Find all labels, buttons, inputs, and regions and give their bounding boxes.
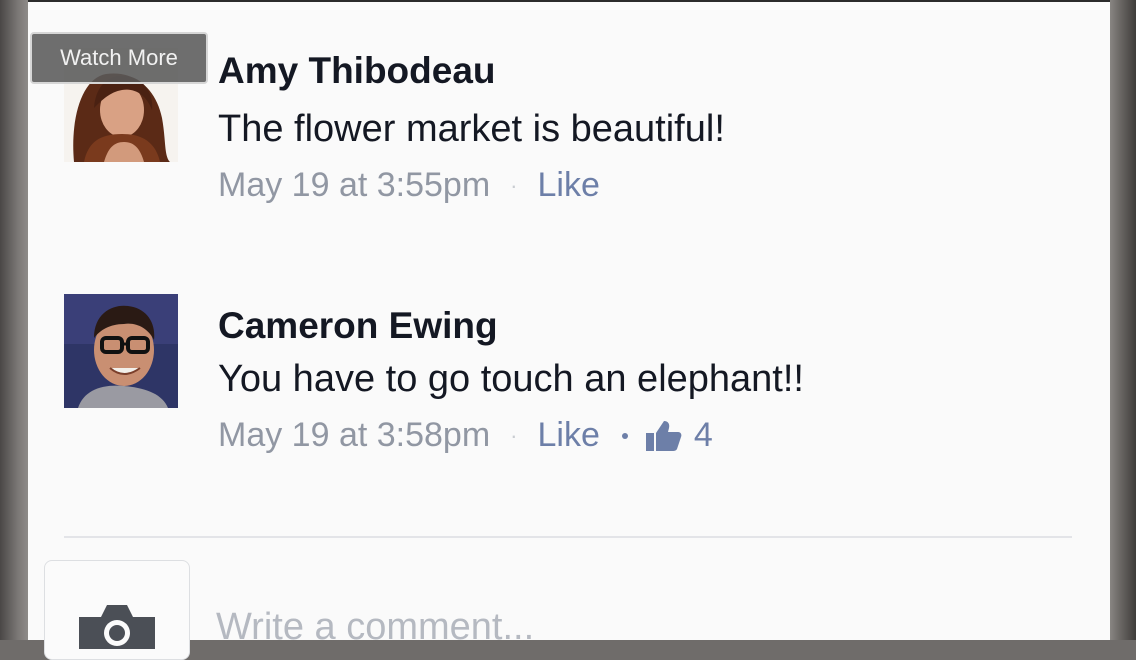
comment-timestamp[interactable]: May 19 at 3:55pm bbox=[218, 166, 490, 205]
like-count: 4 bbox=[693, 416, 713, 454]
avatar-cameron-image bbox=[64, 294, 178, 408]
comment-timestamp[interactable]: May 19 at 3:58pm bbox=[218, 416, 490, 455]
thumbs-up-icon bbox=[645, 420, 682, 451]
camera-button[interactable] bbox=[44, 560, 190, 660]
comment-meta: May 19 at 3:55pm · Like bbox=[218, 166, 600, 205]
comment-author-name[interactable]: Amy Thibodeau bbox=[218, 50, 496, 92]
like-link[interactable]: Like bbox=[537, 166, 599, 205]
separator-dot: · bbox=[510, 172, 518, 198]
comment-author-name[interactable]: Cameron Ewing bbox=[218, 305, 498, 347]
comment-input[interactable]: Write a comment... bbox=[216, 606, 534, 649]
like-count-button[interactable]: 4 bbox=[644, 416, 713, 455]
watch-more-button[interactable]: Watch More bbox=[30, 32, 208, 84]
comment-text: The flower market is beautiful! bbox=[218, 108, 725, 150]
comment-meta: May 19 at 3:58pm · Like 4 bbox=[218, 416, 713, 455]
comments-panel bbox=[28, 0, 1110, 640]
separator-dot: · bbox=[510, 422, 518, 448]
like-link[interactable]: Like bbox=[537, 416, 599, 455]
comment-text: You have to go touch an elephant!! bbox=[218, 358, 804, 400]
separator-dot bbox=[621, 432, 628, 439]
camera-icon bbox=[79, 605, 155, 649]
divider bbox=[64, 536, 1072, 538]
avatar[interactable] bbox=[64, 294, 178, 408]
